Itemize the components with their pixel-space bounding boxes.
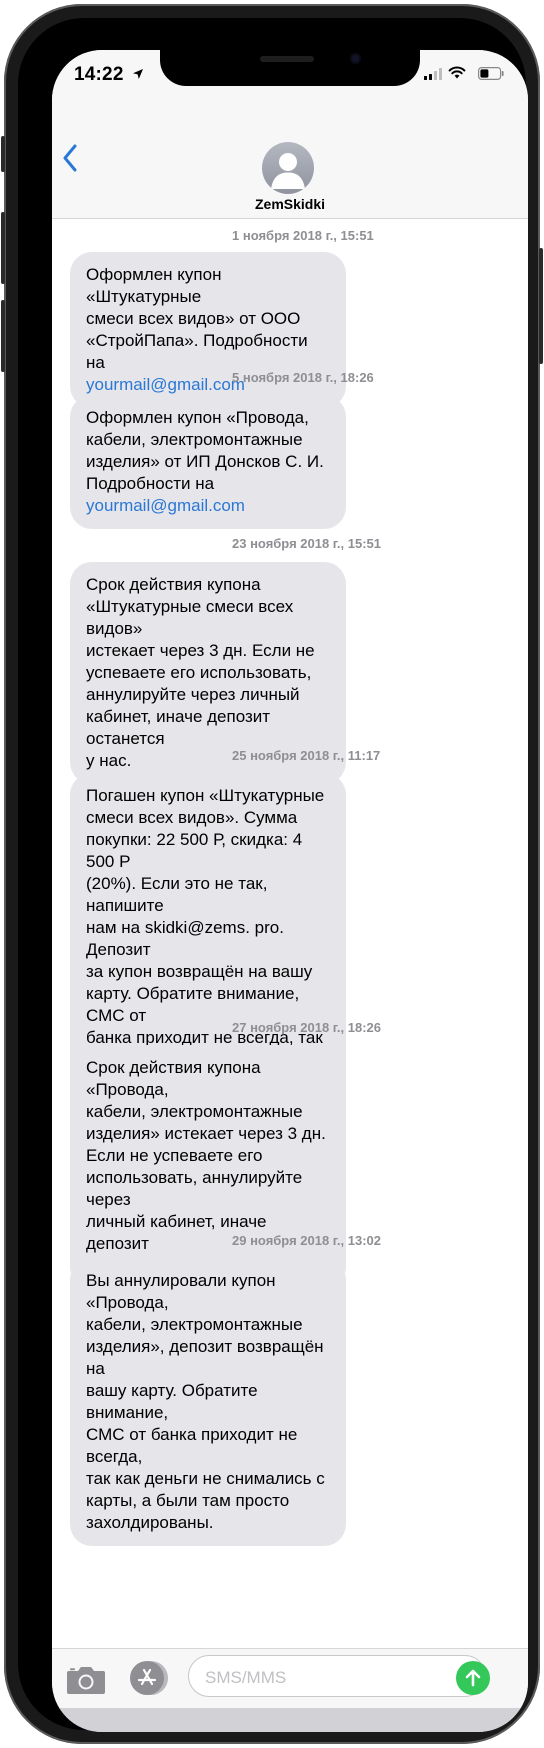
phone-frame: 14:22 ZemSkidki 1 ноября 2018 г., 15:51 … [1,4,543,1744]
message-input-bar: SMS/MMS [52,1648,528,1709]
back-button[interactable] [62,144,78,177]
bezel: 14:22 ZemSkidki 1 ноября 2018 г., 15:51 … [18,18,528,1732]
message-input-placeholder: SMS/MMS [205,1668,287,1687]
conversation-header: ZemSkidki [52,98,528,219]
message-text: Срок действия купона «Штукатурные смеси … [86,575,315,770]
message-timestamp: 1 ноября 2018 г., 15:51 [232,228,374,243]
camera-icon [67,1667,105,1694]
screen: 14:22 ZemSkidki 1 ноября 2018 г., 15:51 … [52,50,528,1732]
ring-switch [1,136,5,172]
message-text: Оформлен купон «Провода, кабели, электро… [86,408,324,493]
message-bubble[interactable]: Срок действия купона «Провода, кабели, э… [70,1045,346,1289]
email-link[interactable]: yourmail@gmail.com [86,496,245,515]
contact-avatar[interactable] [262,142,314,194]
volume-up-button [1,212,5,284]
cellular-signal-icon [424,67,442,85]
location-arrow-icon [132,67,144,85]
message-bubble[interactable]: Вы аннулировали купон «Провода, кабели, … [70,1258,346,1546]
message-timestamp: 25 ноября 2018 г., 11:17 [232,748,381,763]
message-timestamp: 23 ноября 2018 г., 15:51 [232,536,382,551]
contact-name[interactable]: ZemSkidki [52,196,528,212]
message-text: Оформлен купон «Штукатурные смеси всех в… [86,265,308,372]
wifi-icon [448,66,466,84]
message-text: Вы аннулировали купон «Провода, кабели, … [86,1271,325,1532]
front-camera [350,53,361,64]
speaker-grille [260,56,314,62]
notch [160,50,420,86]
message-timestamp: 27 ноября 2018 г., 18:26 [232,1020,382,1035]
message-bubble[interactable]: Оформлен купон «Провода, кабели, электро… [70,395,346,529]
message-input[interactable]: SMS/MMS [188,1655,486,1697]
volume-down-button [1,300,5,372]
power-button [539,248,543,364]
person-silhouette-icon [271,153,305,189]
app-store-button[interactable] [130,1661,164,1695]
camera-button[interactable] [66,1665,106,1700]
message-thread: 1 ноября 2018 г., 15:51 Оформлен купон «… [52,218,528,1648]
chevron-left-icon [63,144,77,172]
message-timestamp: 5 ноября 2018 г., 18:26 [232,370,374,385]
email-link[interactable]: yourmail@gmail.com [86,375,245,394]
battery-icon [478,67,504,85]
status-time: 14:22 [74,64,124,85]
keyboard-area [52,1708,528,1732]
app-store-icon [137,1668,157,1686]
message-timestamp: 29 ноября 2018 г., 13:02 [232,1233,382,1248]
arrow-up-icon [465,1669,481,1687]
send-button[interactable] [456,1661,490,1695]
